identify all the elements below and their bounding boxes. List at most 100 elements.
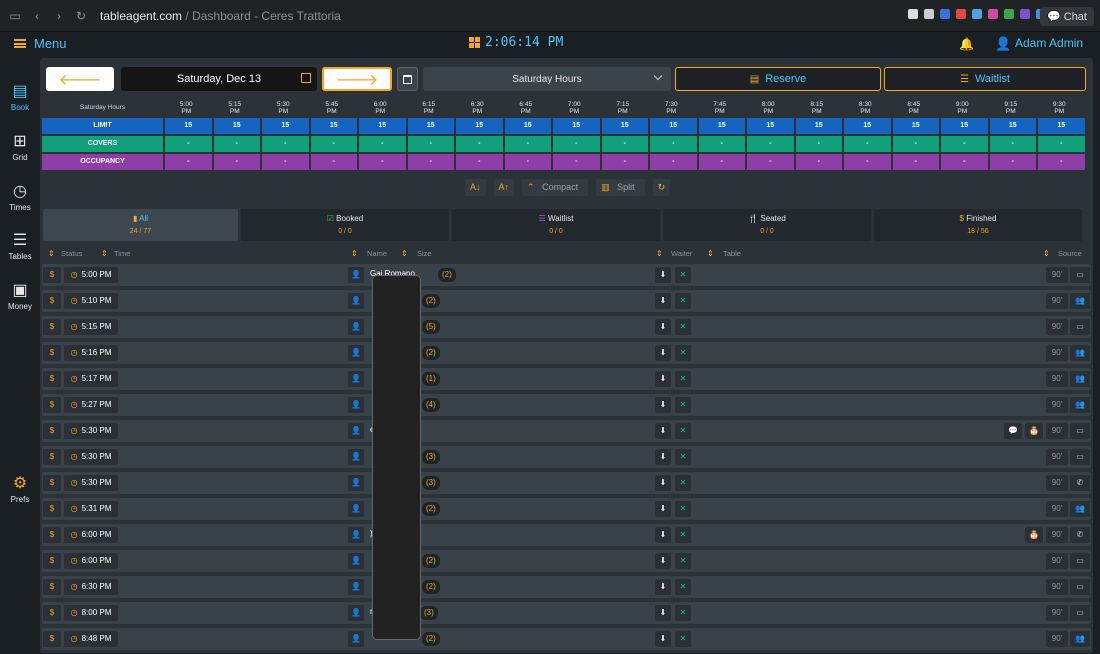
- reservation-row[interactable]: $ ◷ 5:16 PM 👤 (2) ⬇ ✕ 90' 👥: [42, 342, 1091, 364]
- status-time-button[interactable]: ◷ 6:00 PM: [64, 527, 118, 543]
- dollar-icon[interactable]: $: [43, 267, 61, 283]
- next-day-button[interactable]: 🡒: [322, 67, 392, 91]
- extension-icon[interactable]: [1020, 9, 1030, 19]
- address-bar[interactable]: tableagent.com / Dashboard - Ceres Tratt…: [100, 9, 341, 23]
- status-time-button[interactable]: ◷ 5:27 PM: [64, 397, 118, 413]
- slot-cell[interactable]: 15: [698, 118, 745, 134]
- slot-cell[interactable]: 15: [165, 118, 212, 134]
- back-icon[interactable]: ‹: [30, 9, 44, 23]
- extension-icon[interactable]: [972, 9, 982, 19]
- table-icon[interactable]: ✕: [675, 267, 691, 283]
- waiter-icon[interactable]: ⬇: [655, 267, 671, 283]
- slot-cell[interactable]: 15: [310, 118, 357, 134]
- sort-icon[interactable]: ⇕: [351, 249, 358, 258]
- waiter-icon[interactable]: ⬇: [655, 293, 671, 309]
- duration-badge[interactable]: 90': [1046, 553, 1068, 569]
- table-icon[interactable]: ✕: [675, 475, 691, 491]
- slot-cell[interactable]: 15: [359, 118, 406, 134]
- slot-cell[interactable]: -: [359, 154, 406, 170]
- extension-icon[interactable]: [956, 9, 966, 19]
- slot-cell[interactable]: -: [795, 136, 842, 152]
- slot-cell[interactable]: 15: [504, 118, 551, 134]
- user-icon[interactable]: 👤: [348, 267, 364, 283]
- duration-badge[interactable]: 90': [1046, 501, 1068, 517]
- slot-cell[interactable]: -: [650, 154, 697, 170]
- menu-label[interactable]: Menu: [34, 36, 67, 51]
- duration-badge[interactable]: 90': [1046, 579, 1068, 595]
- slot-cell[interactable]: -: [407, 154, 454, 170]
- reservation-row[interactable]: $ ◷ 5:30 PM 👤 (3) ⬇ ✕ 90' ✆: [42, 472, 1091, 494]
- status-time-button[interactable]: ◷ 6:00 PM: [64, 553, 118, 569]
- reload-icon[interactable]: ↻: [74, 9, 88, 23]
- dollar-icon[interactable]: $: [43, 475, 61, 491]
- compact-button[interactable]: ⌃ Compact: [522, 179, 589, 196]
- waiter-icon[interactable]: ⬇: [655, 449, 671, 465]
- extension-icon[interactable]: [1004, 9, 1014, 19]
- slot-cell[interactable]: -: [553, 136, 600, 152]
- user-icon[interactable]: 👤: [348, 371, 364, 387]
- reservation-row[interactable]: $ ◷ 5:27 PM 👤 (4) ⬇ ✕ 90' 👥: [42, 394, 1091, 416]
- duration-badge[interactable]: 90': [1046, 371, 1068, 387]
- table-icon[interactable]: ✕: [675, 345, 691, 361]
- extension-icon[interactable]: [940, 9, 950, 19]
- cake-icon[interactable]: 🎂: [1025, 423, 1043, 439]
- dollar-icon[interactable]: $: [43, 423, 61, 439]
- slot-cell[interactable]: -: [1038, 136, 1085, 152]
- dollar-icon[interactable]: $: [43, 371, 61, 387]
- col-waiter[interactable]: Waiter: [671, 249, 692, 258]
- col-table[interactable]: Table: [723, 249, 741, 258]
- slot-cell[interactable]: 15: [601, 118, 648, 134]
- slot-cell[interactable]: -: [698, 136, 745, 152]
- user-icon[interactable]: 👤: [348, 527, 364, 543]
- duration-badge[interactable]: 90': [1046, 449, 1068, 465]
- slot-cell[interactable]: 15: [1038, 118, 1085, 134]
- status-time-button[interactable]: ◷ 6:30 PM: [64, 579, 118, 595]
- slot-cell[interactable]: -: [504, 136, 551, 152]
- status-time-button[interactable]: ◷ 5:30 PM: [64, 423, 118, 439]
- sidebar-item-tables[interactable]: ☰ Tables: [0, 232, 40, 261]
- bell-icon[interactable]: 🔔: [959, 37, 974, 51]
- sidebar-item-grid[interactable]: ⊞ Grid: [0, 133, 40, 162]
- waiter-icon[interactable]: ⬇: [655, 501, 671, 517]
- hours-select[interactable]: Saturday Hours: [423, 67, 671, 91]
- dollar-icon[interactable]: $: [43, 579, 61, 595]
- slot-cell[interactable]: 15: [553, 118, 600, 134]
- waiter-icon[interactable]: ⬇: [655, 475, 671, 491]
- user-name[interactable]: Adam Admin: [1015, 36, 1083, 50]
- sidebar-item-book[interactable]: ▤ Book: [0, 83, 40, 112]
- waiter-icon[interactable]: ⬇: [655, 605, 671, 621]
- sort-icon[interactable]: ⇕: [48, 249, 55, 258]
- table-icon[interactable]: ✕: [675, 553, 691, 569]
- user-icon[interactable]: 👤: [348, 605, 364, 621]
- duration-badge[interactable]: 90': [1046, 319, 1068, 335]
- slot-cell[interactable]: -: [456, 136, 503, 152]
- waiter-icon[interactable]: ⬇: [655, 423, 671, 439]
- sidebar-toggle-icon[interactable]: ▭: [8, 9, 22, 23]
- reserve-button[interactable]: ▤ Reserve: [675, 67, 881, 91]
- table-icon[interactable]: ✕: [675, 631, 691, 647]
- status-time-button[interactable]: ◷ 5:00 PM: [64, 267, 118, 283]
- user-icon[interactable]: 👤: [348, 345, 364, 361]
- user-icon[interactable]: 👤: [348, 449, 364, 465]
- slot-cell[interactable]: 15: [941, 118, 988, 134]
- slot-cell[interactable]: -: [844, 154, 891, 170]
- user-icon[interactable]: 👤: [348, 501, 364, 517]
- duration-badge[interactable]: 90': [1046, 527, 1068, 543]
- reservation-row[interactable]: $ ◷ 5:31 PM 👤 (2) ⬇ ✕ 90' 👥: [42, 498, 1091, 520]
- table-icon[interactable]: ✕: [675, 579, 691, 595]
- slot-cell[interactable]: -: [262, 154, 309, 170]
- status-time-button[interactable]: ◷ 8:00 PM: [64, 605, 118, 621]
- reservation-row[interactable]: $ ◷ 6:00 PM 👤 (2) ⬇ ✕ 90' ▭: [42, 550, 1091, 572]
- sort-icon[interactable]: ⇕: [1043, 249, 1050, 258]
- sidebar-item-times[interactable]: ◷ Times: [0, 183, 40, 212]
- slot-cell[interactable]: -: [504, 154, 551, 170]
- col-source[interactable]: Source: [1058, 249, 1082, 258]
- status-time-button[interactable]: ◷ 5:16 PM: [64, 345, 118, 361]
- waiter-icon[interactable]: ⬇: [655, 579, 671, 595]
- slot-cell[interactable]: 15: [456, 118, 503, 134]
- slot-cell[interactable]: -: [601, 154, 648, 170]
- slot-cell[interactable]: -: [407, 136, 454, 152]
- extension-icon[interactable]: [924, 9, 934, 19]
- user-icon[interactable]: 👤: [348, 475, 364, 491]
- status-time-button[interactable]: ◷ 5:30 PM: [64, 449, 118, 465]
